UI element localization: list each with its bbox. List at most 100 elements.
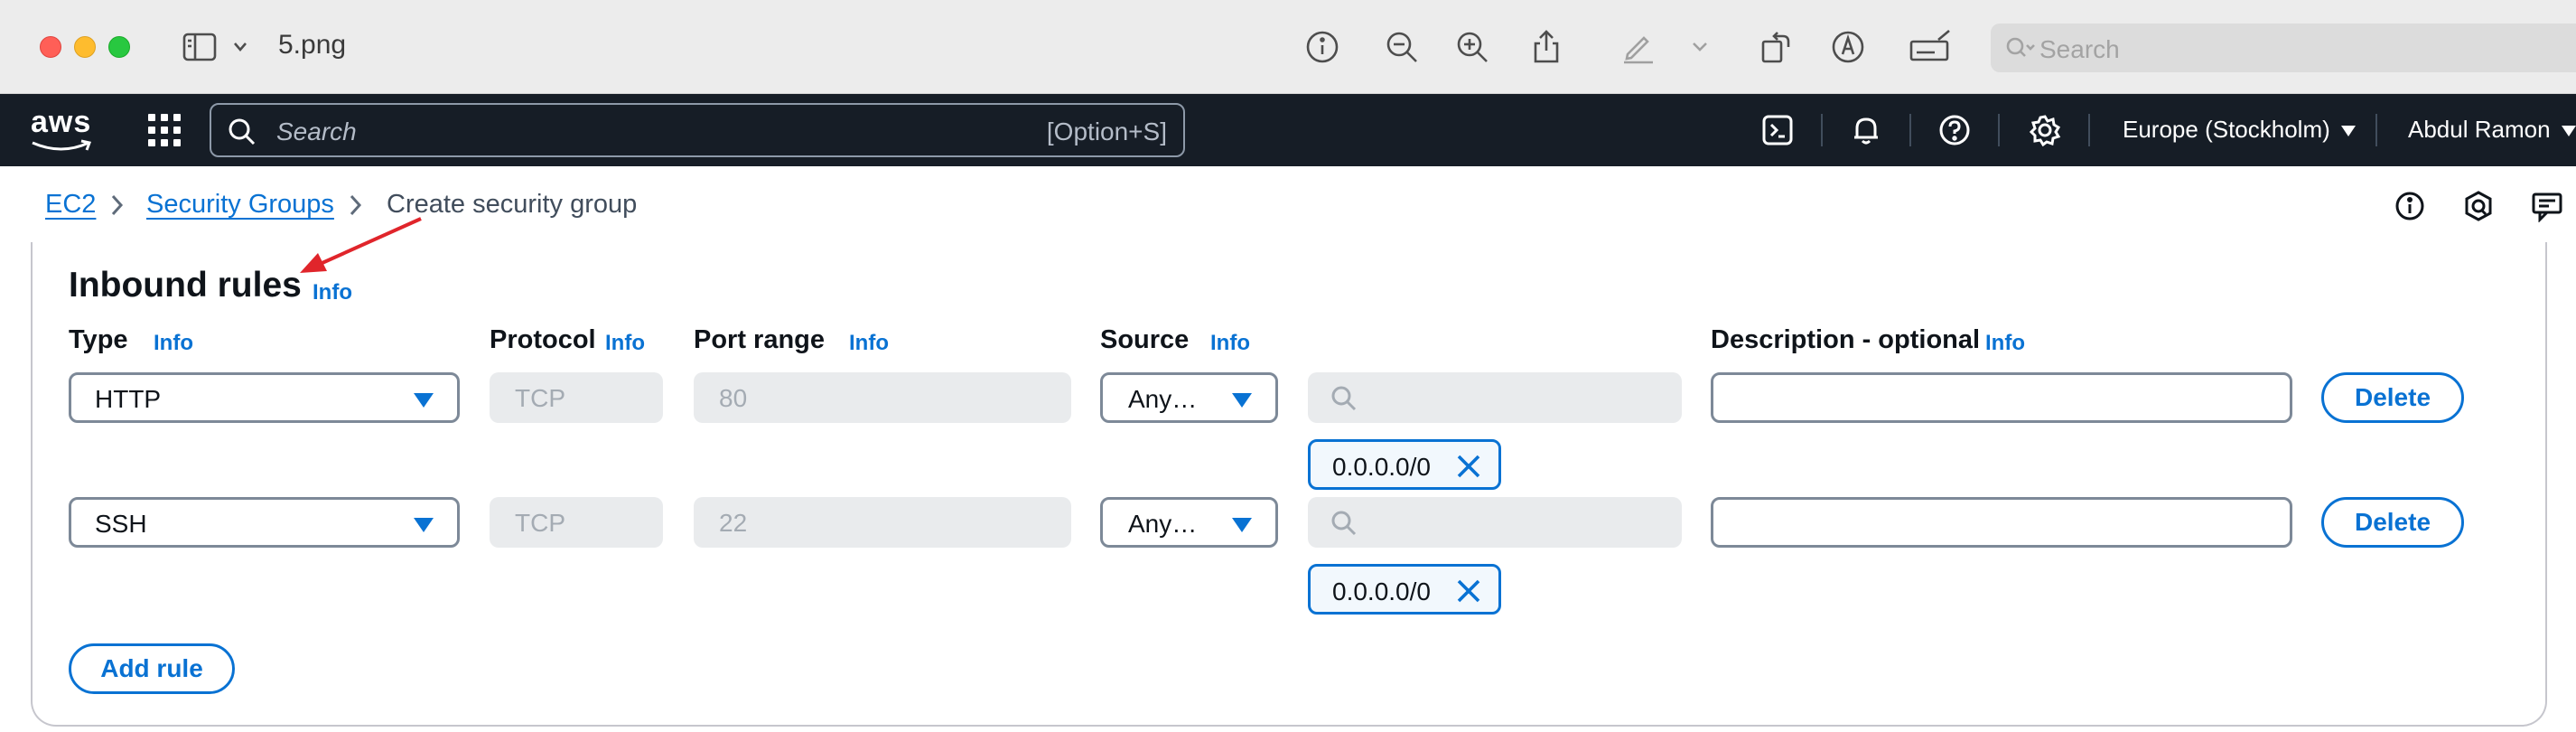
- help-button[interactable]: [1937, 112, 1973, 148]
- info-icon: [2395, 192, 2424, 221]
- hexagon-icon: [2465, 191, 2492, 221]
- help-icon: [1939, 115, 1970, 145]
- caret-down-icon: [2340, 126, 2356, 137]
- annotate-button[interactable]: [1828, 27, 1868, 67]
- protocol-column-header: Protocol: [490, 325, 596, 354]
- close-icon[interactable]: [1455, 453, 1482, 480]
- search-icon: [229, 118, 256, 145]
- zoom-in-icon: [1457, 32, 1488, 62]
- zoom-out-button[interactable]: [1382, 27, 1422, 67]
- markup-button[interactable]: [1619, 27, 1658, 67]
- chevron-right-icon: [108, 193, 126, 221]
- info-toolbar-button[interactable]: [1302, 27, 1342, 67]
- feedback-icon: [2532, 192, 2562, 222]
- caret-down-icon: [1232, 393, 1252, 408]
- region-selector[interactable]: Europe (Stockholm): [2123, 116, 2356, 144]
- share-icon: [1534, 30, 1559, 63]
- nav-divider: [1909, 114, 1911, 146]
- sidebar-toggle-button[interactable]: [181, 27, 253, 67]
- markup-dropdown-button[interactable]: [1680, 27, 1720, 67]
- rotate-button[interactable]: [1756, 27, 1796, 67]
- add-rule-button[interactable]: Add rule: [69, 643, 235, 694]
- aws-search-input[interactable]: Search [Option+S]: [210, 103, 1185, 157]
- rule-2-cidr-token: 0.0.0.0/0: [1308, 564, 1501, 615]
- search-icon: [2006, 37, 2035, 57]
- description-column-header: Description - optional: [1711, 325, 1981, 354]
- type-column-header: Type: [69, 325, 128, 354]
- region-label: Europe (Stockholm): [2123, 116, 2330, 143]
- search-shortcut-hint: [Option+S]: [1046, 117, 1167, 145]
- rule-1-description-input[interactable]: [1711, 372, 2292, 423]
- zoom-window-button[interactable]: [108, 36, 130, 58]
- protocol-info-link[interactable]: Info: [605, 331, 645, 356]
- rule-2-port-range-field: 22: [694, 497, 1071, 548]
- account-menu[interactable]: Abdul Ramon: [2408, 116, 2576, 144]
- aws-top-navigation: aws Search [Option+S] Europe (Stockholm)…: [0, 94, 2576, 166]
- settings-button[interactable]: [2027, 112, 2063, 148]
- type-info-link[interactable]: Info: [154, 331, 193, 356]
- rule-2-protocol-value: TCP: [515, 509, 565, 537]
- share-button[interactable]: [1526, 27, 1566, 67]
- rotate-icon: [1761, 32, 1790, 63]
- rule-2-source-select[interactable]: Any…: [1100, 497, 1278, 548]
- rule-1-type-value: HTTP: [95, 385, 162, 413]
- source-info-link[interactable]: Info: [1210, 331, 1250, 356]
- rule-2-type-value: SSH: [95, 510, 147, 538]
- rule-2-cidr-value: 0.0.0.0/0: [1332, 577, 1431, 605]
- rule-1-source-value: Any…: [1128, 385, 1198, 413]
- annotation-arrow-icon: [300, 217, 422, 273]
- rule-2-type-select[interactable]: SSH: [69, 497, 460, 548]
- rule-2-delete-button[interactable]: Delete: [2321, 497, 2464, 548]
- rule-1-protocol-field: TCP: [490, 372, 663, 423]
- info-icon: [1306, 31, 1339, 63]
- minimize-window-button[interactable]: [74, 36, 96, 58]
- rule-2-description-input[interactable]: [1711, 497, 2292, 548]
- rule-1-cidr-token: 0.0.0.0/0: [1308, 439, 1501, 490]
- user-name: Abdul Ramon: [2408, 116, 2551, 143]
- rule-1-port-range-value: 80: [719, 384, 748, 412]
- rule-1-cidr-value: 0.0.0.0/0: [1332, 453, 1431, 481]
- aws-logo[interactable]: aws: [31, 105, 91, 140]
- feedback-button[interactable]: [2529, 188, 2565, 224]
- caret-down-icon: [1232, 518, 1252, 532]
- signature-icon: [1909, 30, 1950, 61]
- rule-1-delete-button[interactable]: Delete: [2321, 372, 2464, 423]
- rule-1-type-select[interactable]: HTTP: [69, 372, 460, 423]
- inbound-rules-heading: Inbound rules: [69, 266, 302, 305]
- terminal-icon: [1762, 115, 1793, 145]
- cloudshell-button[interactable]: [1759, 112, 1796, 148]
- window-search-placeholder: Search: [2039, 35, 2120, 63]
- inbound-rules-container: [31, 242, 2547, 727]
- rule-1-port-range-field: 80: [694, 372, 1071, 423]
- caret-down-icon: [414, 518, 434, 532]
- info-panel-button[interactable]: [2392, 188, 2428, 224]
- caret-down-icon: [2561, 126, 2576, 137]
- search-icon: [1331, 386, 1357, 411]
- close-icon[interactable]: [1455, 577, 1482, 605]
- port-range-info-link[interactable]: Info: [849, 331, 889, 356]
- zoom-out-icon: [1386, 32, 1417, 62]
- aws-search-placeholder: Search: [276, 117, 357, 145]
- notifications-button[interactable]: [1848, 112, 1884, 148]
- nav-divider: [2088, 114, 2090, 146]
- bell-icon: [1854, 117, 1878, 145]
- inbound-rules-info-link[interactable]: Info: [313, 280, 352, 305]
- close-window-button[interactable]: [40, 36, 61, 58]
- rule-2-cidr-search-input[interactable]: [1308, 497, 1682, 548]
- breadcrumb-ec2[interactable]: EC2: [45, 190, 96, 220]
- signature-button[interactable]: [1906, 27, 1955, 67]
- zoom-in-button[interactable]: [1452, 27, 1492, 67]
- amazon-q-button[interactable]: [2460, 188, 2497, 224]
- markup-circle-icon: [1832, 31, 1864, 63]
- rule-1-protocol-value: TCP: [515, 384, 565, 412]
- gear-icon: [2029, 115, 2061, 146]
- rule-2-protocol-field: TCP: [490, 497, 663, 548]
- services-grid-icon[interactable]: [148, 114, 181, 146]
- chevron-down-icon: [1693, 42, 1707, 52]
- rule-1-cidr-search-input[interactable]: [1308, 372, 1682, 423]
- window-search-field[interactable]: Search: [1991, 23, 2576, 72]
- description-info-link[interactable]: Info: [1985, 331, 2025, 356]
- sidebar-icon: [182, 33, 247, 61]
- rule-1-source-select[interactable]: Any…: [1100, 372, 1278, 423]
- port-range-column-header: Port range: [694, 325, 826, 354]
